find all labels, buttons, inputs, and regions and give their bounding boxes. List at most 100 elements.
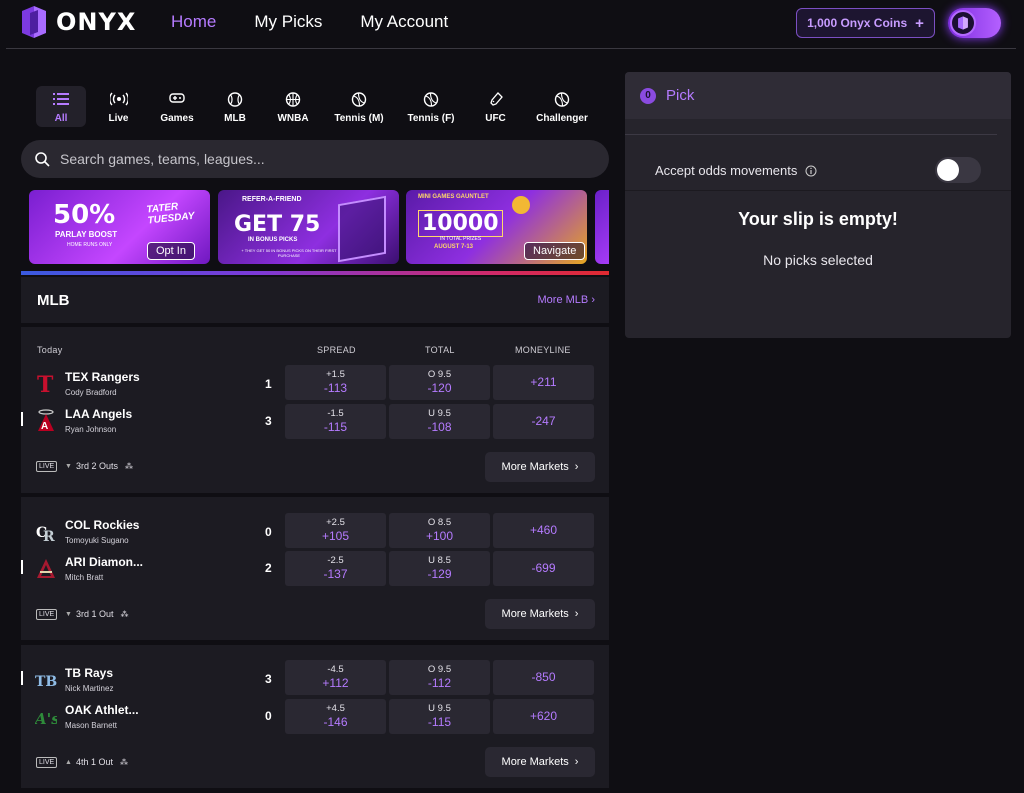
- live-badge: LIVE: [36, 609, 58, 620]
- list-icon: [53, 93, 69, 105]
- spread-cell[interactable]: -1.5 -115: [285, 404, 386, 439]
- promo-parlay-boost[interactable]: 50% PARLAY BOOST HOME RUNS ONLY TATER TU…: [29, 190, 210, 264]
- tab-label: WNBA: [277, 113, 309, 124]
- promo-mini-games[interactable]: MINI GAMES GAUNTLET 10000 IN TOTAL PRIZE…: [406, 190, 587, 264]
- more-markets-button[interactable]: More Markets ›: [485, 747, 595, 777]
- inning-status: ▲ 4th 1 Out ⁂: [65, 757, 128, 767]
- inning-status: ▼ 3rd 2 Outs ⁂: [65, 461, 133, 471]
- caret-down-icon: ▼: [65, 462, 72, 470]
- athletics-logo-icon: A's: [35, 710, 57, 728]
- coins-button[interactable]: 1,000 Onyx Coins +: [796, 8, 935, 38]
- search-bar: [21, 140, 609, 178]
- mlb-section-header: MLB More MLB ›: [21, 277, 609, 323]
- promo-big: 10000: [418, 210, 503, 237]
- rays-logo-icon: TB: [35, 674, 57, 690]
- svg-text:R: R: [43, 529, 55, 543]
- nav-my-picks[interactable]: My Picks: [254, 12, 322, 32]
- total-cell[interactable]: O 9.5 -112: [389, 660, 490, 695]
- promo-next[interactable]: [595, 190, 609, 264]
- pitcher-name: Cody Bradford: [65, 388, 117, 397]
- tennis-ball-icon: [351, 92, 367, 107]
- opt-in-button[interactable]: Opt In: [147, 242, 195, 260]
- game-card: CR COL Rockies Tomoyuki Sugano 0 +2.5 +10…: [21, 497, 609, 640]
- spread-cell[interactable]: -2.5 -137: [285, 551, 386, 586]
- navigate-button[interactable]: Navigate: [524, 242, 586, 260]
- promo-side-title: TATER TUESDAY: [145, 201, 196, 227]
- tab-challenger[interactable]: Challenger: [528, 86, 596, 127]
- game-card: TB TB Rays Nick Martinez 3 -4.5 +112 O 9.…: [21, 645, 609, 788]
- plus-icon: +: [915, 14, 924, 32]
- bases-icon: ⁂: [120, 609, 129, 619]
- section-accent-line: [21, 271, 609, 275]
- team-name: COL Rockies: [65, 518, 140, 532]
- accept-odds-toggle[interactable]: [935, 157, 981, 183]
- more-markets-button[interactable]: More Markets ›: [485, 452, 595, 482]
- tab-tennis-f[interactable]: Tennis (F): [399, 86, 463, 127]
- tab-all[interactable]: All: [36, 86, 86, 127]
- total-cell[interactable]: O 8.5 +100: [389, 513, 490, 548]
- moneyline-cell[interactable]: +620: [493, 699, 594, 734]
- moneyline-cell[interactable]: -850: [493, 660, 594, 695]
- nav-my-account[interactable]: My Account: [360, 12, 448, 32]
- team-name: ARI Diamon...: [65, 555, 144, 569]
- tab-label: UFC: [485, 113, 506, 124]
- category-tabs: All Live Games MLB WNBA Tennis (M) Tenni…: [36, 86, 596, 128]
- promo-refer-friend[interactable]: REFER-A-FRIEND GET 75 IN BONUS PICKS + T…: [218, 190, 399, 264]
- total-cell[interactable]: U 8.5 -129: [389, 551, 490, 586]
- moneyline-cell[interactable]: -699: [493, 551, 594, 586]
- team-score: 3: [265, 414, 272, 428]
- tab-tennis-m[interactable]: Tennis (M): [319, 86, 399, 127]
- rockies-logo-icon: CR: [36, 525, 55, 543]
- tab-live[interactable]: Live: [86, 86, 151, 127]
- spread-cell[interactable]: +4.5 -146: [285, 699, 386, 734]
- divider: [625, 190, 1011, 191]
- total-cell[interactable]: O 9.5 -120: [389, 365, 490, 400]
- topbar-divider: [6, 48, 1016, 49]
- row-marker: [21, 671, 23, 685]
- tab-label: Tennis (M): [334, 113, 384, 124]
- live-badge: LIVE: [36, 461, 58, 472]
- moneyline-cell[interactable]: +460: [493, 513, 594, 548]
- promo-note: HOME RUNS ONLY: [67, 242, 113, 248]
- toggle-knob: [937, 159, 959, 181]
- team-score: 0: [265, 525, 272, 539]
- coin-graphic: [512, 196, 530, 214]
- tab-games[interactable]: Games: [151, 86, 203, 127]
- svg-text:A: A: [41, 421, 48, 432]
- search-input[interactable]: [60, 151, 580, 167]
- promo-subtitle: PARLAY BOOST: [55, 230, 118, 239]
- brand-logo[interactable]: ONYX: [20, 5, 136, 39]
- tab-mlb[interactable]: MLB: [203, 86, 267, 127]
- toggle-knob: [950, 10, 976, 36]
- spread-cell[interactable]: -4.5 +112: [285, 660, 386, 695]
- onyx-logo-icon: [22, 6, 46, 38]
- tab-wnba[interactable]: WNBA: [267, 86, 319, 127]
- spread-cell[interactable]: +1.5 -113: [285, 365, 386, 400]
- total-cell[interactable]: U 9.5 -115: [389, 699, 490, 734]
- spread-cell[interactable]: +2.5 +105: [285, 513, 386, 548]
- promo-top: MINI GAMES GAUNTLET: [418, 194, 489, 200]
- accept-odds-label: Accept odds movements: [655, 163, 798, 178]
- nav-home[interactable]: Home: [171, 12, 216, 32]
- moneyline-cell[interactable]: -247: [493, 404, 594, 439]
- bases-icon: ⁂: [119, 757, 128, 767]
- brand-name: ONYX: [56, 8, 137, 36]
- row-marker: [21, 560, 23, 574]
- more-mlb-link[interactable]: More MLB ›: [538, 294, 595, 306]
- more-markets-button[interactable]: More Markets ›: [485, 599, 595, 629]
- tab-ufc[interactable]: UFC: [463, 86, 528, 127]
- pick-slip-header[interactable]: 0 Pick: [625, 72, 1011, 119]
- tab-label: All: [54, 113, 68, 124]
- angels-logo-icon: A: [38, 409, 54, 432]
- accept-odds-row: Accept odds movements: [655, 163, 817, 178]
- mode-toggle[interactable]: [948, 8, 1001, 38]
- total-cell[interactable]: U 9.5 -108: [389, 404, 490, 439]
- tab-label: Live: [108, 113, 129, 124]
- moneyline-cell[interactable]: +211: [493, 365, 594, 400]
- info-icon[interactable]: [805, 165, 817, 177]
- pick-count-badge: 0: [640, 87, 656, 104]
- search-icon: [35, 151, 50, 167]
- chevron-right-icon: ›: [574, 608, 579, 620]
- promo-percent: 50%: [53, 200, 116, 230]
- promo-subtitle: IN TOTAL PRIZES: [440, 236, 482, 242]
